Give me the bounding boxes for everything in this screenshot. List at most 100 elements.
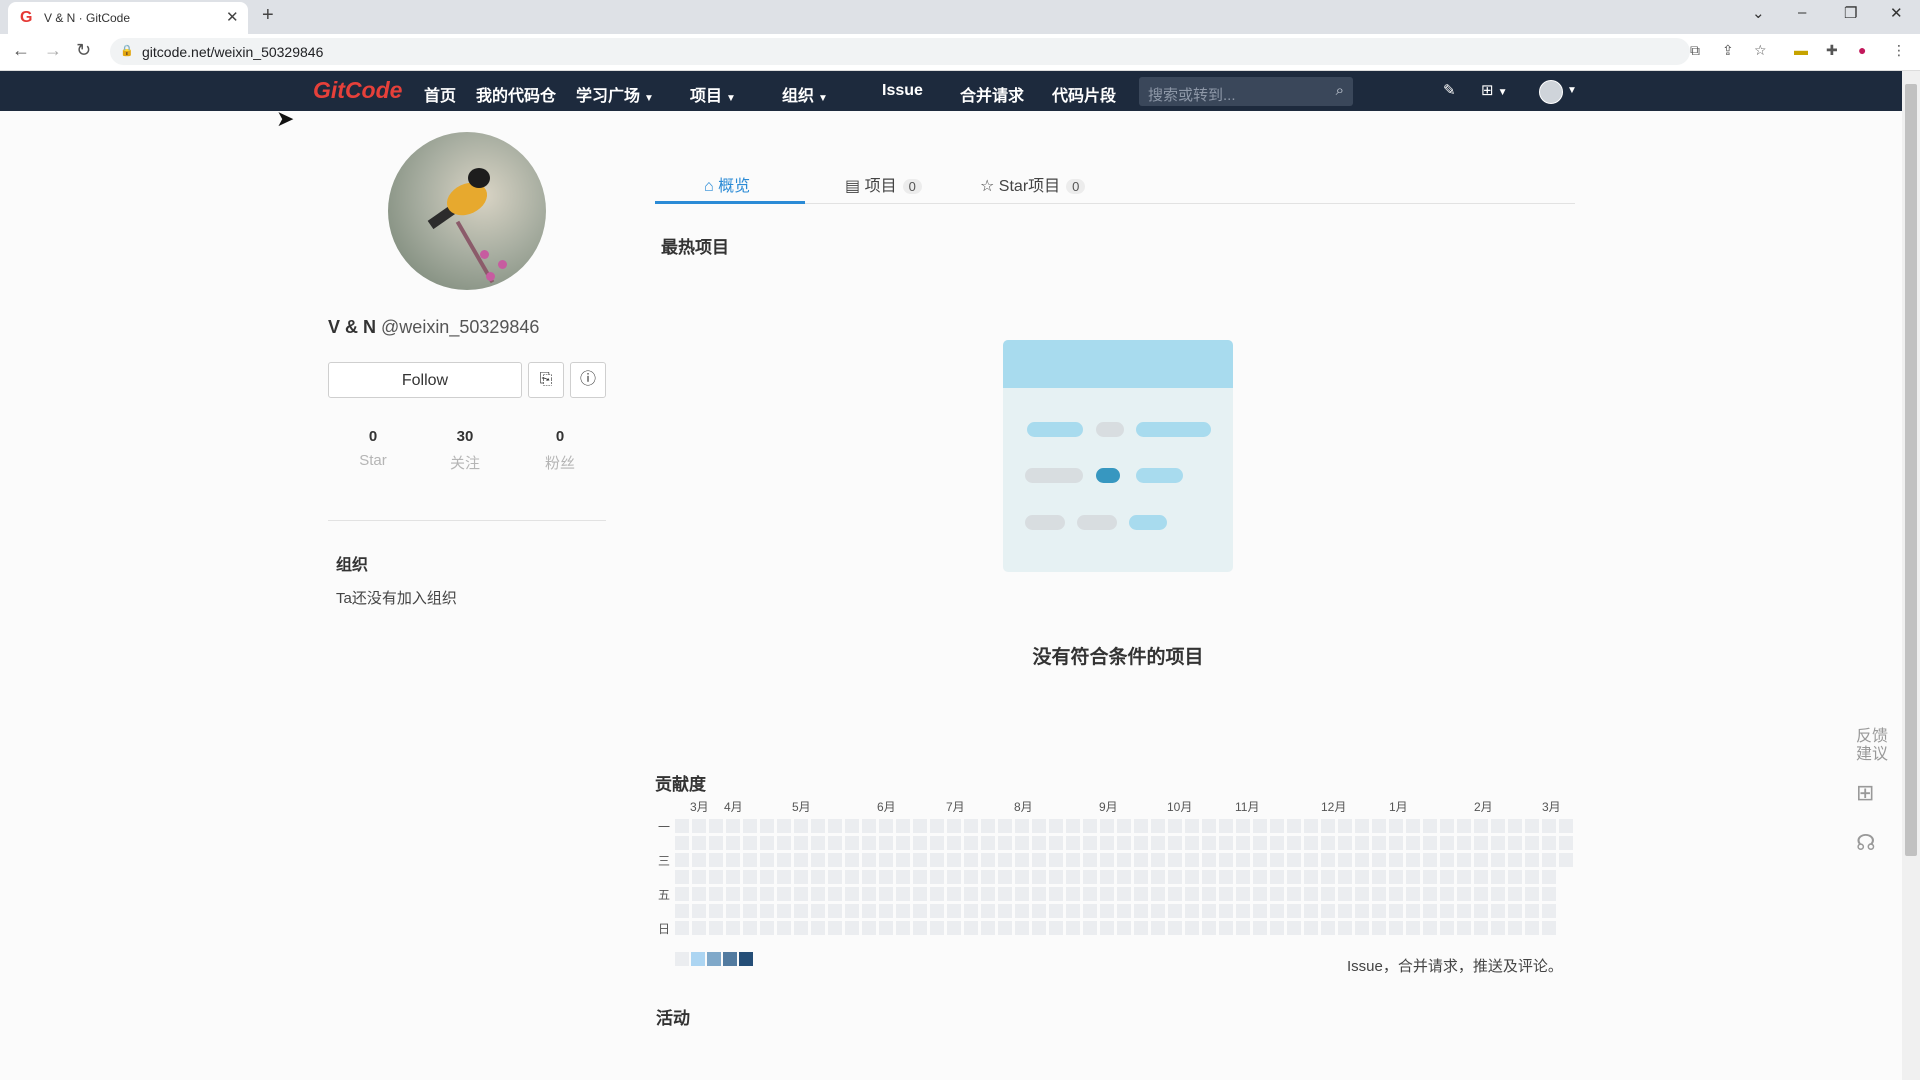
bookmark-star-icon[interactable]: ☆ <box>1754 42 1767 59</box>
contribution-cell[interactable] <box>692 819 706 833</box>
contribution-cell[interactable] <box>828 904 842 918</box>
contribution-cell[interactable] <box>1134 921 1148 935</box>
contribution-cell[interactable] <box>964 853 978 867</box>
contribution-cell[interactable] <box>1202 921 1216 935</box>
contribution-cell[interactable] <box>692 870 706 884</box>
contribution-cell[interactable] <box>1525 836 1539 850</box>
contribution-cell[interactable] <box>1185 836 1199 850</box>
contribution-cell[interactable] <box>1253 870 1267 884</box>
contribution-cell[interactable] <box>1287 904 1301 918</box>
contribution-cell[interactable] <box>1066 836 1080 850</box>
search-input[interactable]: 搜索或转到... ⌕ <box>1139 77 1353 106</box>
contribution-cell[interactable] <box>1219 921 1233 935</box>
contribution-cell[interactable] <box>1049 904 1063 918</box>
contribution-cell[interactable] <box>1287 853 1301 867</box>
qr-code-icon[interactable]: ⊞ <box>1856 782 1874 804</box>
close-tab-icon[interactable]: ✕ <box>226 8 239 26</box>
contribution-cell[interactable] <box>1338 819 1352 833</box>
contribution-cell[interactable] <box>1185 904 1199 918</box>
contribution-cell[interactable] <box>1559 853 1573 867</box>
contribution-cell[interactable] <box>709 921 723 935</box>
contribution-cell[interactable] <box>1372 870 1386 884</box>
contribution-cell[interactable] <box>1406 836 1420 850</box>
contribution-cell[interactable] <box>692 853 706 867</box>
contribution-cell[interactable] <box>1559 836 1573 850</box>
contribution-cell[interactable] <box>981 836 995 850</box>
stat-following[interactable]: 30 关注 <box>420 428 510 473</box>
contribution-cell[interactable] <box>998 870 1012 884</box>
contribution-cell[interactable] <box>675 870 689 884</box>
puzzle-extensions-icon[interactable]: ✚ <box>1826 42 1838 59</box>
contribution-cell[interactable] <box>879 921 893 935</box>
contribution-cell[interactable] <box>1117 921 1131 935</box>
contribution-cell[interactable] <box>1389 887 1403 901</box>
contribution-cell[interactable] <box>1151 904 1165 918</box>
contribution-cell[interactable] <box>879 819 893 833</box>
contribution-cell[interactable] <box>1304 904 1318 918</box>
customer-service-icon[interactable]: ☊ <box>1856 832 1876 854</box>
contribution-cell[interactable] <box>726 819 740 833</box>
contribution-cell[interactable] <box>1151 921 1165 935</box>
contribution-cell[interactable] <box>1134 836 1148 850</box>
contribution-cell[interactable] <box>1440 853 1454 867</box>
contribution-cell[interactable] <box>1338 921 1352 935</box>
contribution-cell[interactable] <box>1440 819 1454 833</box>
contribution-cell[interactable] <box>1134 887 1148 901</box>
chevron-down-icon[interactable]: ▼ <box>1567 85 1577 96</box>
contribution-cell[interactable] <box>828 853 842 867</box>
contribution-cell[interactable] <box>1542 887 1556 901</box>
contribution-cell[interactable] <box>1100 904 1114 918</box>
contribution-cell[interactable] <box>1372 836 1386 850</box>
nav-home[interactable]: 首页 <box>424 82 456 106</box>
contribution-cell[interactable] <box>896 887 910 901</box>
contribution-cell[interactable] <box>1423 819 1437 833</box>
contribution-cell[interactable] <box>913 887 927 901</box>
contribution-cell[interactable] <box>1202 870 1216 884</box>
contribution-cell[interactable] <box>1508 870 1522 884</box>
contribution-cell[interactable] <box>1270 836 1284 850</box>
contribution-cell[interactable] <box>1338 853 1352 867</box>
contribution-cell[interactable] <box>1287 887 1301 901</box>
stat-followers[interactable]: 0 粉丝 <box>515 428 605 473</box>
contribution-cell[interactable] <box>675 836 689 850</box>
contribution-cell[interactable] <box>811 853 825 867</box>
contribution-cell[interactable] <box>862 853 876 867</box>
contribution-cell[interactable] <box>1049 853 1063 867</box>
contribution-cell[interactable] <box>845 853 859 867</box>
contribution-cell[interactable] <box>1525 870 1539 884</box>
contribution-cell[interactable] <box>1100 870 1114 884</box>
contribution-cell[interactable] <box>1508 836 1522 850</box>
contribution-cell[interactable] <box>1134 904 1148 918</box>
contribution-cell[interactable] <box>1321 904 1335 918</box>
contribution-cell[interactable] <box>845 887 859 901</box>
contribution-cell[interactable] <box>1032 819 1046 833</box>
contribution-cell[interactable] <box>1168 819 1182 833</box>
contribution-cell[interactable] <box>1457 836 1471 850</box>
contribution-cell[interactable] <box>1185 853 1199 867</box>
contribution-cell[interactable] <box>709 887 723 901</box>
todo-edit-icon[interactable]: ✎ <box>1443 81 1456 99</box>
report-alert-icon[interactable]: ⓘ <box>570 362 606 398</box>
contribution-cell[interactable] <box>1304 836 1318 850</box>
contribution-cell[interactable] <box>1168 836 1182 850</box>
contribution-cell[interactable] <box>930 853 944 867</box>
contribution-cell[interactable] <box>760 836 774 850</box>
contribution-cell[interactable] <box>862 819 876 833</box>
contribution-cell[interactable] <box>1151 853 1165 867</box>
contribution-cell[interactable] <box>964 904 978 918</box>
reload-icon[interactable]: ↻ <box>76 40 91 61</box>
contribution-cell[interactable] <box>1491 887 1505 901</box>
contribution-cell[interactable] <box>743 921 757 935</box>
gitcode-logo[interactable]: GitCode <box>313 77 402 104</box>
contribution-cell[interactable] <box>1134 853 1148 867</box>
contribution-cell[interactable] <box>828 836 842 850</box>
contribution-cell[interactable] <box>1542 853 1556 867</box>
contribution-cell[interactable] <box>1083 921 1097 935</box>
contribution-cell[interactable] <box>1525 853 1539 867</box>
contribution-cell[interactable] <box>828 887 842 901</box>
back-icon[interactable]: ← <box>12 40 30 61</box>
contribution-cell[interactable] <box>913 819 927 833</box>
contribution-cell[interactable] <box>1491 904 1505 918</box>
nav-merge-requests[interactable]: 合并请求 <box>960 82 1024 106</box>
contribution-cell[interactable] <box>1253 887 1267 901</box>
